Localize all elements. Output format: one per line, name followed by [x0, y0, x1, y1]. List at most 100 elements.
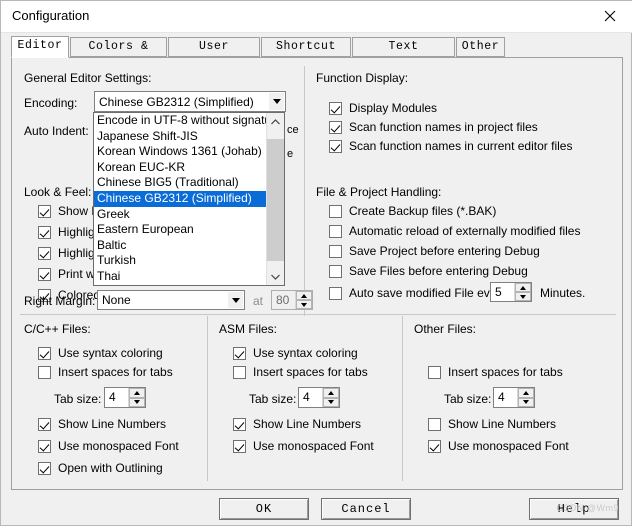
dropdown-scrollbar[interactable]	[266, 113, 284, 285]
dropdown-item[interactable]: Korean Windows 1361 (Johab)	[94, 144, 266, 160]
right-margin-label: Right Margin:	[24, 294, 96, 308]
dropdown-item[interactable]: Encode in UTF-8 without signature	[94, 113, 266, 129]
checkbox-asm-show-line-numbers[interactable]: Show Line Numbers	[233, 417, 361, 431]
checkbox-display-modules[interactable]: Display Modules	[329, 101, 437, 115]
right-margin-at-label: at	[253, 294, 264, 308]
checkbox-save-files-before-debug[interactable]: Save Files before entering Debug	[329, 264, 528, 278]
tab-colors-and-fonts[interactable]: Colors & Fonts	[70, 37, 167, 71]
asm-tab-size-value: 4	[303, 390, 310, 404]
asm-files-title: ASM Files:	[219, 322, 278, 336]
checkbox-other-show-line-numbers[interactable]: Show Line Numbers	[428, 417, 556, 431]
stepper-down-icon[interactable]	[518, 397, 534, 407]
checkbox-c-use-syntax-coloring-label: Use syntax coloring	[58, 346, 163, 360]
stepper-down-icon[interactable]	[296, 300, 312, 309]
other-files-title: Other Files:	[414, 322, 477, 336]
dropdown-item[interactable]: Greek	[94, 207, 266, 223]
dropdown-item[interactable]: Thai	[94, 269, 266, 285]
checkbox-other-use-monospaced-font-label: Use monospaced Font	[448, 439, 569, 453]
chevron-down-icon[interactable]	[227, 291, 244, 309]
dropdown-item[interactable]: Eastern European	[94, 222, 266, 238]
checkbox-asm-use-syntax-coloring[interactable]: Use syntax coloring	[233, 346, 358, 360]
checkbox-create-backup-files-label: Create Backup files (*.BAK)	[349, 204, 497, 218]
tab-other-label: Other	[461, 40, 500, 53]
dropdown-item[interactable]: Japanese Shift-JIS	[94, 129, 266, 145]
stepper-buttons[interactable]	[295, 291, 312, 309]
checkbox-indicator	[329, 244, 342, 258]
stepper-up-icon[interactable]	[129, 388, 145, 398]
stepper-up-icon[interactable]	[323, 388, 339, 398]
checkbox-auto-save-modified-file[interactable]: Auto save modified File every	[329, 286, 506, 300]
cancel-button[interactable]: Cancel	[321, 498, 411, 520]
checkbox-indicator	[428, 417, 441, 431]
dropdown-item[interactable]: Baltic	[94, 238, 266, 254]
encoding-dropdown-list[interactable]: Encode in UTF-8 without signature Japane…	[93, 112, 285, 286]
stepper-buttons[interactable]	[514, 283, 531, 301]
other-tab-size-stepper[interactable]: 4	[493, 387, 535, 408]
scrollbar-thumb[interactable]	[267, 139, 284, 261]
c-tab-size-stepper[interactable]: 4	[104, 387, 146, 408]
checkbox-c-show-line-numbers[interactable]: Show Line Numbers	[38, 417, 166, 431]
right-margin-combobox[interactable]: None	[97, 290, 245, 310]
tab-user-keywords[interactable]: User Keywords	[168, 37, 260, 71]
checkbox-indicator	[38, 204, 51, 218]
stepper-buttons[interactable]	[322, 388, 339, 407]
tab-other[interactable]: Other	[456, 37, 505, 57]
stepper-buttons[interactable]	[128, 388, 145, 407]
panel-divider-vertical	[304, 66, 305, 316]
stepper-up-icon[interactable]	[296, 291, 312, 300]
checkbox-c-open-with-outlining[interactable]: Open with Outlining	[38, 461, 163, 475]
dropdown-item[interactable]: Turkish	[94, 253, 266, 269]
stepper-down-icon[interactable]	[515, 292, 531, 301]
checkbox-other-use-monospaced-font[interactable]: Use monospaced Font	[428, 439, 569, 453]
tab-editor[interactable]: Editor	[11, 36, 69, 58]
configuration-dialog: Configuration Editor Colors & Fonts User…	[0, 0, 632, 526]
checkbox-asm-use-monospaced-font[interactable]: Use monospaced Font	[233, 439, 374, 453]
encoding-combobox-value: Chinese GB2312 (Simplified)	[99, 94, 254, 109]
checkbox-asm-insert-spaces-for-tabs[interactable]: Insert spaces for tabs	[233, 365, 368, 379]
checkbox-highlight-2[interactable]: Highligh	[38, 246, 101, 260]
encoding-dropdown-items[interactable]: Encode in UTF-8 without signature Japane…	[94, 113, 266, 285]
checkbox-asm-use-monospaced-font-label: Use monospaced Font	[253, 439, 374, 453]
stepper-down-icon[interactable]	[323, 397, 339, 407]
checkbox-c-show-line-numbers-label: Show Line Numbers	[58, 417, 167, 431]
chevron-down-icon[interactable]	[268, 92, 285, 111]
checkbox-indicator	[38, 439, 51, 453]
tab-shortcut-keys[interactable]: Shortcut Keys	[261, 37, 351, 71]
chevron-down-icon[interactable]	[267, 268, 284, 285]
checkbox-other-insert-spaces-for-tabs[interactable]: Insert spaces for tabs	[428, 365, 563, 379]
tab-text-completion[interactable]: Text Completion	[352, 37, 455, 71]
dropdown-item[interactable]: Korean EUC-KR	[94, 160, 266, 176]
checkbox-indicator	[233, 346, 246, 360]
checkbox-show-m[interactable]: Show M	[38, 204, 101, 218]
checkbox-automatic-reload[interactable]: Automatic reload of externally modified …	[329, 224, 580, 238]
autosave-minutes-stepper[interactable]: 5	[490, 282, 532, 302]
ok-button[interactable]: OK	[219, 498, 309, 520]
stepper-up-icon[interactable]	[518, 388, 534, 398]
stepper-buttons[interactable]	[517, 388, 534, 407]
checkbox-save-project-before-debug[interactable]: Save Project before entering Debug	[329, 244, 540, 258]
checkbox-c-use-syntax-coloring[interactable]: Use syntax coloring	[38, 346, 163, 360]
asm-tab-size-stepper[interactable]: 4	[298, 387, 340, 408]
checkbox-scan-project-files[interactable]: Scan function names in project files	[329, 120, 538, 134]
dropdown-item[interactable]: Chinese BIG5 (Traditional)	[94, 175, 266, 191]
checkbox-highlight-1[interactable]: Highligh	[38, 225, 101, 239]
checkbox-scan-editor-files[interactable]: Scan function names in current editor fi…	[329, 139, 572, 153]
stepper-up-icon[interactable]	[515, 283, 531, 292]
checkbox-auto-save-modified-file-label: Auto save modified File every	[349, 286, 507, 300]
function-display-title: Function Display:	[316, 71, 409, 85]
checkbox-c-open-with-outlining-label: Open with Outlining	[58, 461, 163, 475]
checkbox-create-backup-files[interactable]: Create Backup files (*.BAK)	[329, 204, 496, 218]
checkbox-indicator	[329, 286, 342, 300]
checkbox-c-insert-spaces-for-tabs[interactable]: Insert spaces for tabs	[38, 365, 173, 379]
encoding-combobox[interactable]: Chinese GB2312 (Simplified)	[94, 91, 286, 112]
checkbox-indicator	[38, 365, 51, 379]
checkbox-print-with[interactable]: Print wit	[38, 267, 101, 281]
checkbox-c-use-monospaced-font[interactable]: Use monospaced Font	[38, 439, 179, 453]
chevron-up-icon[interactable]	[267, 113, 284, 130]
close-icon[interactable]	[587, 1, 632, 31]
stepper-down-icon[interactable]	[129, 397, 145, 407]
other-tab-size-label: Tab size:	[444, 392, 492, 406]
dropdown-item-selected[interactable]: Chinese GB2312 (Simplified)	[94, 190, 266, 207]
right-margin-at-stepper[interactable]: 80	[271, 290, 313, 310]
window-title: Configuration	[12, 8, 90, 23]
